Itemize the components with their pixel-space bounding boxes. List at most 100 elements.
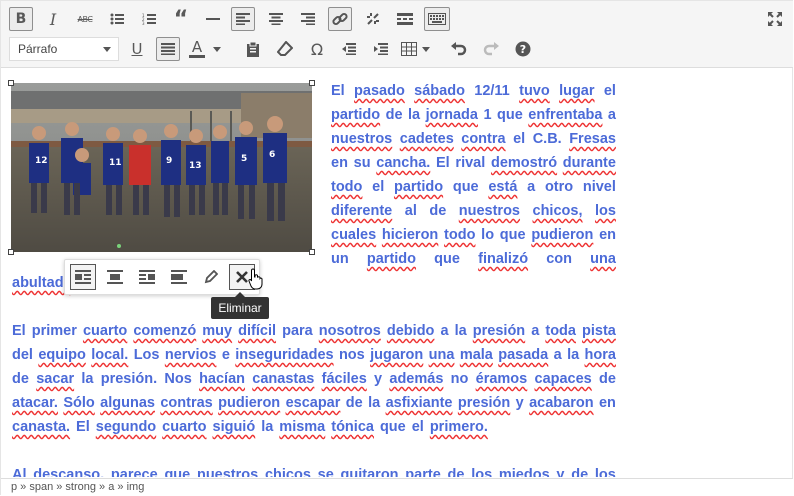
paragraph-2-word: siguió [212,419,256,435]
paragraph-1-word: en [331,155,348,171]
paragraph-2-word: debido [386,323,435,339]
paragraph-1-word: cuales [331,227,377,243]
paragraph-2-word: que [379,419,406,435]
align-right-icon [301,13,315,25]
blockquote-button[interactable]: “ [169,7,193,32]
image-align-left-button[interactable] [70,264,96,290]
paragraph-1-word: el [603,83,616,99]
paragraph-2-word: fáciles [321,371,367,387]
bullet-list-button[interactable] [105,7,129,31]
image-align-none-icon [171,270,187,284]
image-edit-button[interactable] [198,264,224,290]
paragraph-1-word: de [429,203,447,219]
resize-handle-top-right[interactable] [309,80,315,86]
format-select[interactable]: Párrafo [9,37,119,61]
numbered-list-button[interactable]: 123 [137,7,161,31]
editor: B I ABC 123 “ Párrafo U A Ω ? 12 11 9 13… [0,0,793,495]
toolbar-toggle-button[interactable] [424,7,450,31]
paragraph-1-word: sábado [414,83,465,99]
paragraph-2-word: mala [459,347,493,363]
paragraph-3-word: parte [405,467,441,477]
paragraph-1-word: El [436,155,450,171]
paragraph-2-line: El primer cuarto comenzó muy difícil para nosot… [12,319,616,343]
paragraph-2-word: para [282,323,313,339]
paragraph-1-word: demostró [490,155,558,171]
image-align-right-button[interactable] [134,264,160,290]
paragraph-1-word: partido [331,107,381,123]
undo-button[interactable] [447,37,471,61]
chevron-down-icon [103,47,111,52]
insert-link-button[interactable] [328,7,352,31]
horizontal-line-icon [206,18,220,20]
paragraph-2-word: sacar [36,371,75,387]
paragraph-1-word: cadetes [399,131,454,147]
read-more-button[interactable] [393,7,417,31]
paste-icon [247,41,259,57]
paragraph-2-word: la [454,323,467,339]
eraser-icon [277,41,293,56]
paragraph-2-word: de [345,395,363,411]
svg-text:3: 3 [142,21,145,25]
link-icon [332,12,348,26]
italic-button[interactable]: I [41,7,65,31]
justify-button[interactable] [156,37,180,61]
paragraph-1-word: que [499,227,526,243]
resize-handle-bottom-left[interactable] [8,249,14,255]
format-select-value: Párrafo [18,42,58,56]
paragraph-3-word: miedos [498,467,550,477]
paragraph-2-word: cuarto [82,323,128,339]
paragraph-1-word: su [353,155,371,171]
selected-image[interactable]: 12 11 9 13 5 6 [11,83,312,252]
svg-text:6: 6 [269,150,275,160]
paragraph-3-word: que [164,467,191,477]
image-align-none-button[interactable] [166,264,192,290]
paragraph-2-word: éramos [475,371,528,387]
paragraph-1-word: pudieron [531,227,594,243]
bullet-list-icon [110,13,124,25]
paragraph-1-word: El [331,83,345,99]
paragraph-2-word: la [567,347,580,363]
horizontal-line-button[interactable] [201,7,225,31]
image-align-center-button[interactable] [102,264,128,290]
table-button[interactable] [401,37,437,61]
image-align-right-icon [139,270,155,284]
paragraph-2-word: cuarto [162,419,207,435]
paste-text-button[interactable] [241,37,265,61]
help-button[interactable]: ? [511,37,535,61]
resize-handle-bottom-right[interactable] [309,249,315,255]
chevron-down-icon [213,46,221,52]
svg-text:11: 11 [109,158,122,168]
paragraph-2-word: hora [584,347,616,363]
fullscreen-button[interactable] [763,7,787,31]
paragraph-2-word: comenzó [133,323,197,339]
paragraph-2-word: no [450,371,469,387]
strikethrough-button[interactable]: ABC [73,7,97,31]
text-color-button[interactable]: A [189,37,229,61]
increase-indent-button[interactable] [369,37,393,61]
paragraph-2-word: presión [472,323,526,339]
remove-link-button[interactable] [361,7,385,31]
special-character-button[interactable]: Ω [305,37,329,61]
hand-cursor-icon [248,268,263,290]
align-left-button[interactable] [231,7,255,31]
underline-button[interactable]: U [125,37,149,61]
paragraph-1-word: nuestros [458,203,521,219]
justify-icon [161,43,175,55]
paragraph-2-word: capaces [534,371,592,387]
resize-handle-top-left[interactable] [8,80,14,86]
bold-button[interactable]: B [9,7,33,31]
paragraph-3: Al descanso, parece que nuestros chicos se quit… [12,463,616,477]
paragraph-3-word: nuestros [196,467,259,477]
paragraph-1-word: está [488,179,518,195]
clear-formatting-button[interactable] [273,37,297,61]
align-right-button[interactable] [296,7,320,31]
paragraph-1-line: El pasado sábado 12/11 tuvo lugar el [331,79,616,103]
undo-icon [451,42,467,56]
align-center-button[interactable] [264,7,288,31]
paragraph-1-word: nivel [582,179,616,195]
paragraph-2-line: atacar. Sólo algunas contras pudieron escapar… [12,391,616,415]
paragraph-1-word: 1 [483,107,492,123]
paragraph-2-word: toda [545,323,576,339]
redo-button[interactable] [479,37,503,61]
decrease-indent-button[interactable] [337,37,361,61]
